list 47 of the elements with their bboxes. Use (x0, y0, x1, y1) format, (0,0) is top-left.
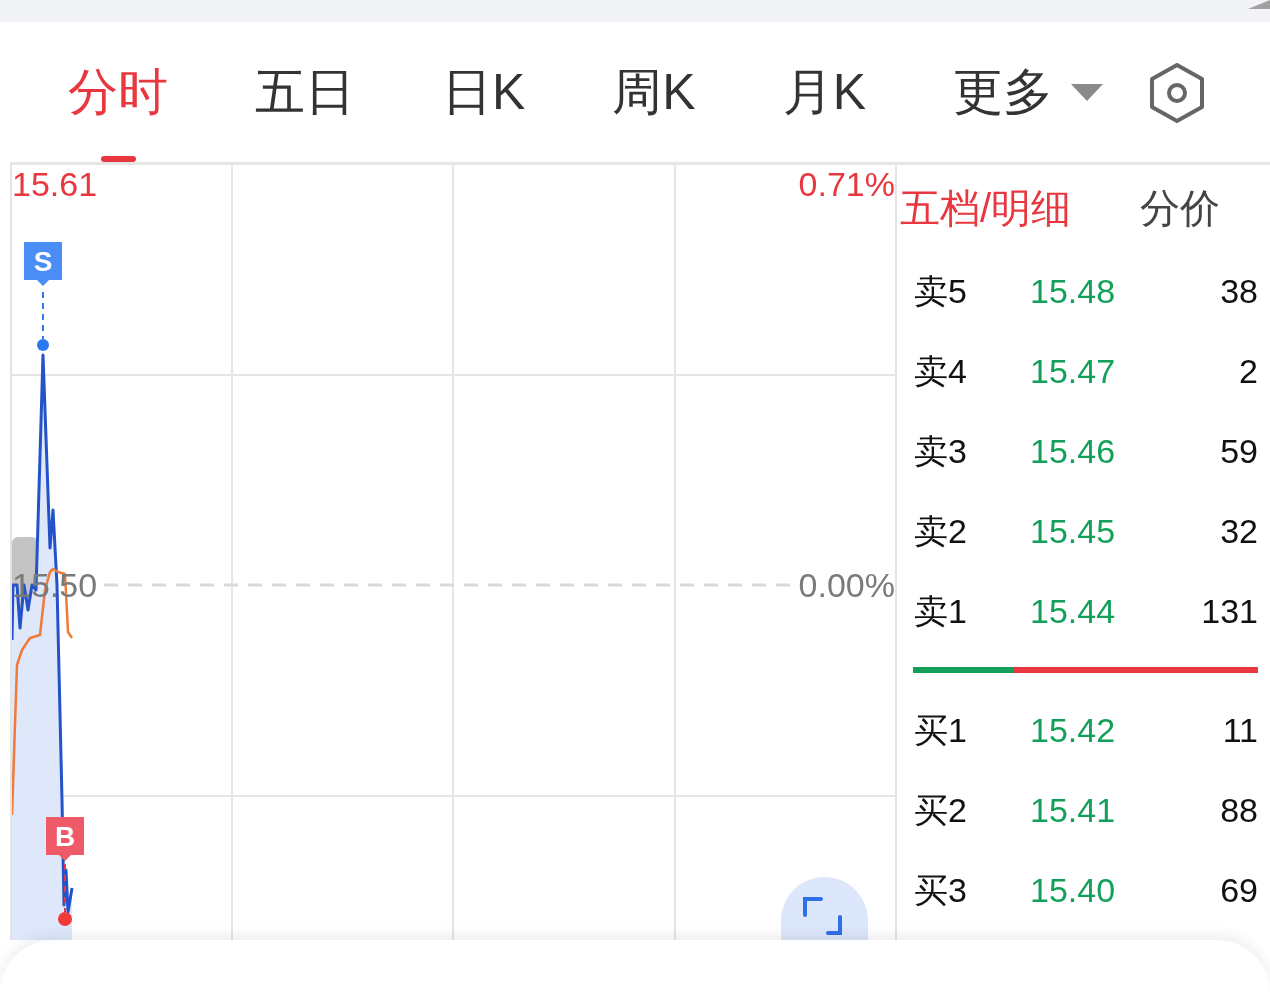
period-tab[interactable]: 月K (782, 22, 867, 162)
order-book-tab[interactable]: 五档/明细 (900, 185, 1140, 231)
order-level-label: 买3 (914, 870, 968, 910)
order-price: 15.46 (1030, 431, 1116, 471)
period-tab[interactable]: 分时 (68, 22, 168, 162)
expand-icon (803, 897, 842, 935)
sell-signal-tag: S (24, 242, 62, 286)
order-level-label: 卖4 (914, 351, 968, 391)
corner-triangle-icon (1248, 0, 1270, 9)
order-volume: 11 (1222, 710, 1258, 750)
order-level-label: 卖2 (914, 511, 968, 551)
order-volume: 59 (1220, 431, 1258, 471)
settings-icon[interactable] (1149, 63, 1205, 123)
order-price: 15.40 (1030, 870, 1116, 910)
buy-leader-line (64, 863, 66, 913)
change-high-label: 0.71% (798, 165, 895, 203)
order-price: 15.44 (1030, 591, 1116, 631)
dropdown-caret-icon (1071, 83, 1104, 101)
order-volume: 2 (1239, 351, 1258, 391)
price-high-label: 15.61 (12, 165, 98, 203)
order-volume: 32 (1220, 511, 1258, 551)
order-price: 15.47 (1030, 351, 1116, 391)
order-level-label: 卖1 (914, 591, 968, 631)
order-price: 15.42 (1030, 710, 1116, 750)
period-tab[interactable]: 五日 (255, 22, 355, 162)
order-level-label: 买1 (914, 710, 968, 750)
period-tab[interactable]: 日K (442, 22, 526, 162)
buy-point-icon (58, 912, 72, 926)
period-tab[interactable]: 周K (612, 22, 696, 162)
expand-button[interactable] (781, 877, 868, 940)
tab-indicator (100, 156, 136, 162)
order-level-label: 卖5 (914, 271, 968, 311)
sell-point-icon (37, 339, 49, 351)
order-price: 15.45 (1030, 511, 1116, 551)
order-volume: 38 (1220, 271, 1258, 311)
order-price: 15.41 (1030, 790, 1116, 830)
order-price: 15.48 (1030, 271, 1116, 311)
sell-leader-line (42, 291, 44, 340)
order-volume: 88 (1220, 790, 1258, 830)
order-book-tab[interactable]: 分价 (1140, 185, 1220, 231)
order-volume: 131 (1201, 591, 1258, 631)
order-volume: 69 (1220, 870, 1258, 910)
order-level-label: 卖3 (914, 431, 968, 471)
order-level-label: 买2 (914, 790, 968, 830)
more-dropdown[interactable]: 更多 (953, 22, 1104, 162)
change-base-label: 0.00% (798, 566, 895, 604)
buy-signal-tag: B (46, 817, 84, 861)
